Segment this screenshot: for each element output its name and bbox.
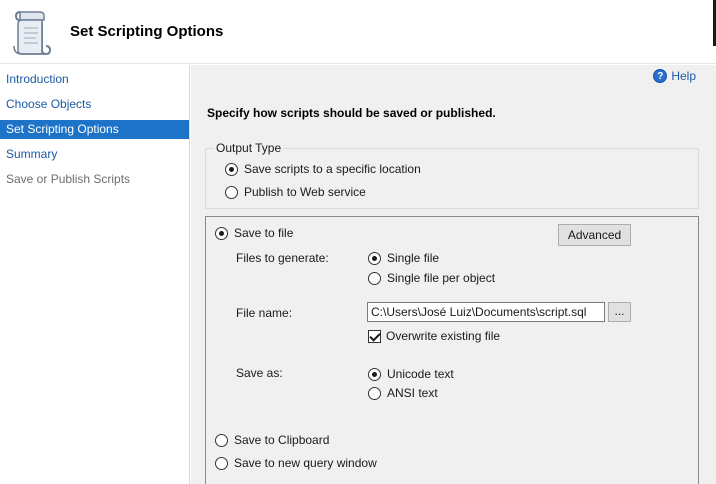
single-file-radio[interactable]: Single file: [368, 251, 439, 265]
ansi-text-radio[interactable]: ANSI text: [368, 386, 438, 400]
radio-label: Single file per object: [387, 271, 496, 285]
save-as-label: Save as:: [236, 366, 283, 380]
sidebar-item-summary[interactable]: Summary: [0, 145, 189, 164]
files-to-generate-label: Files to generate:: [236, 251, 329, 265]
browse-button[interactable]: ...: [608, 302, 631, 322]
radio-label: Save to file: [234, 226, 294, 240]
save-to-file-radio[interactable]: Save to file: [215, 226, 293, 240]
radio-label: Save to Clipboard: [234, 433, 330, 447]
main-content: ? Help Specify how scripts should be sav…: [191, 65, 716, 484]
radio-indicator: [368, 271, 381, 285]
page-title: Set Scripting Options: [70, 23, 224, 40]
radio-label: Save to new query window: [234, 456, 377, 470]
radio-indicator: [225, 185, 238, 199]
radio-indicator: [368, 386, 381, 400]
sidebar-item-introduction[interactable]: Introduction: [0, 70, 189, 89]
radio-label: Unicode text: [387, 367, 454, 381]
output-type-title: Output Type: [214, 141, 284, 155]
save-to-query-window-radio[interactable]: Save to new query window: [215, 456, 377, 470]
help-link[interactable]: ? Help: [653, 69, 696, 83]
radio-label: ANSI text: [387, 386, 438, 400]
radio-indicator: [215, 456, 228, 470]
radio-indicator: [225, 162, 238, 176]
instruction-text: Specify how scripts should be saved or p…: [207, 106, 496, 120]
help-circle-icon: ?: [653, 69, 668, 83]
save-options-panel: Save to file Advanced Files to generate:…: [205, 216, 699, 484]
sidebar-item-save-or-publish: Save or Publish Scripts: [6, 172, 131, 186]
overwrite-existing-checkbox[interactable]: Overwrite existing file: [368, 329, 500, 343]
script-scroll-icon: [13, 11, 52, 56]
sidebar-item-set-scripting-options[interactable]: Set Scripting Options: [0, 120, 189, 139]
sidebar-item-choose-objects[interactable]: Choose Objects: [0, 95, 189, 114]
wizard-sidebar: Introduction Choose Objects Set Scriptin…: [0, 65, 190, 484]
radio-label: Publish to Web service: [244, 185, 366, 199]
radio-indicator: [215, 433, 228, 447]
checkbox-indicator: [368, 329, 381, 343]
unicode-text-radio[interactable]: Unicode text: [368, 367, 454, 381]
checkbox-label: Overwrite existing file: [386, 329, 501, 343]
file-name-input[interactable]: [367, 302, 605, 322]
advanced-button[interactable]: Advanced: [558, 224, 631, 246]
save-to-clipboard-radio[interactable]: Save to Clipboard: [215, 433, 329, 447]
publish-web-service-radio[interactable]: Publish to Web service: [225, 185, 366, 199]
wizard-header: Set Scripting Options: [0, 0, 716, 64]
single-file-per-object-radio[interactable]: Single file per object: [368, 271, 495, 285]
radio-label: Single file: [387, 251, 440, 265]
output-type-group: Output Type Save scripts to a specific l…: [205, 141, 699, 209]
radio-indicator: [215, 226, 228, 240]
file-name-label: File name:: [236, 306, 293, 320]
radio-label: Save scripts to a specific location: [244, 162, 421, 176]
save-to-location-radio[interactable]: Save scripts to a specific location: [225, 162, 421, 176]
radio-indicator: [368, 251, 381, 265]
help-label: Help: [671, 69, 696, 83]
radio-indicator: [368, 367, 381, 381]
